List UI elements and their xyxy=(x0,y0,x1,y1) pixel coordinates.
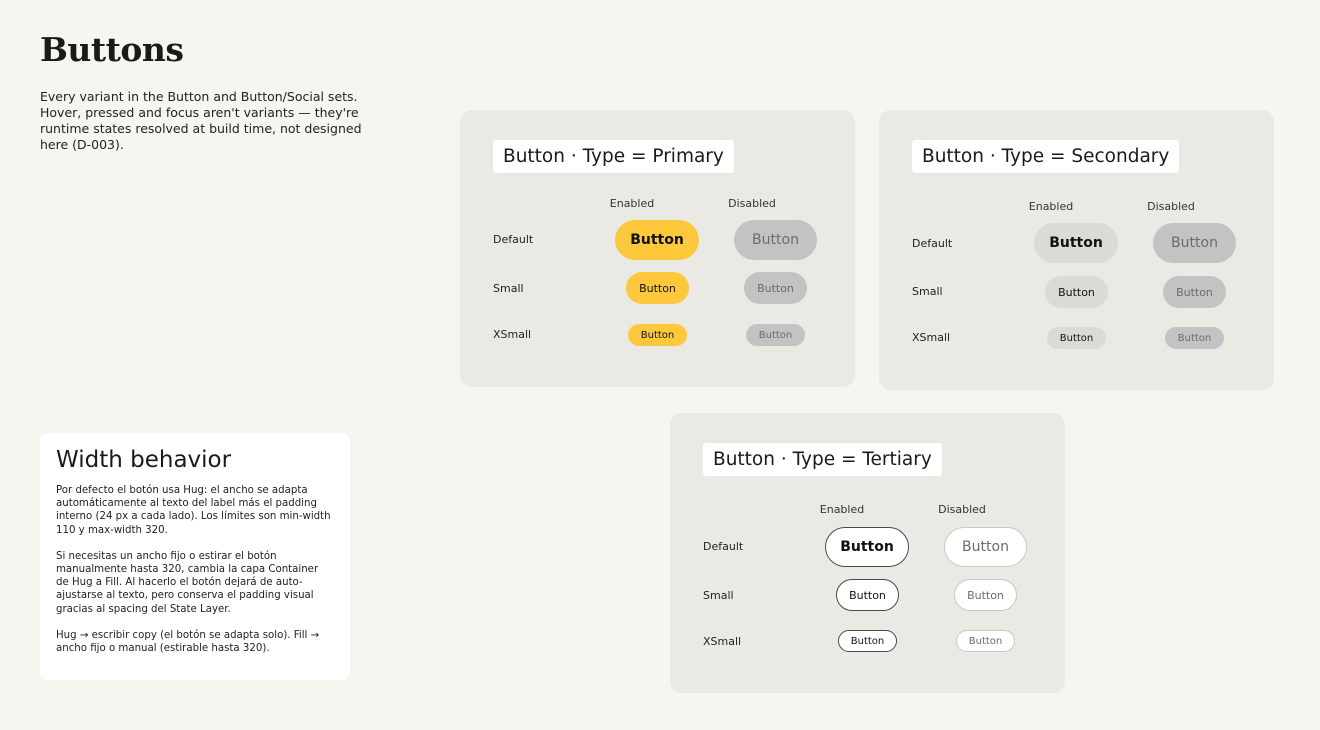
primary-xsmall-enabled-button[interactable]: Button xyxy=(628,324,687,346)
width-behavior-card: Width behavior Por defecto el botón usa … xyxy=(40,433,350,680)
secondary-xsmall-enabled-button[interactable]: Button xyxy=(1047,327,1106,349)
panel-title: Button · Type = Primary xyxy=(493,140,734,173)
row-label-xsmall: XSmall xyxy=(703,635,742,648)
primary-button-panel: Button · Type = Primary Enabled Disabled… xyxy=(460,110,855,387)
tertiary-default-disabled-button: Button xyxy=(944,527,1027,567)
tertiary-xsmall-disabled-button: Button xyxy=(956,630,1015,652)
width-behavior-paragraph: Por defecto el botón usa Hug: el ancho s… xyxy=(56,485,331,536)
column-header-disabled: Disabled xyxy=(728,197,776,210)
primary-default-disabled-button: Button xyxy=(734,220,817,260)
width-behavior-title: Width behavior xyxy=(56,447,232,473)
secondary-small-enabled-button[interactable]: Button xyxy=(1045,276,1108,308)
tertiary-button-panel: Button · Type = Tertiary Enabled Disable… xyxy=(670,413,1065,693)
primary-default-enabled-button[interactable]: Button xyxy=(615,220,699,260)
row-label-small: Small xyxy=(912,285,943,298)
row-label-xsmall: XSmall xyxy=(912,331,951,344)
width-behavior-paragraph: Hug → escribir copy (el botón se adapta … xyxy=(56,629,320,655)
row-label-default: Default xyxy=(703,540,744,553)
row-label-default: Default xyxy=(912,237,953,250)
tertiary-small-disabled-button: Button xyxy=(954,579,1017,611)
column-header-enabled: Enabled xyxy=(1028,200,1074,213)
column-header-enabled: Enabled xyxy=(609,197,655,210)
page-description: Every variant in the Button and Button/S… xyxy=(40,89,362,152)
row-label-small: Small xyxy=(493,282,524,295)
row-label-default: Default xyxy=(493,233,534,246)
tertiary-small-enabled-button[interactable]: Button xyxy=(836,579,899,611)
secondary-default-disabled-button: Button xyxy=(1153,223,1236,263)
secondary-button-panel: Button · Type = Secondary Enabled Disabl… xyxy=(879,110,1274,390)
tertiary-default-enabled-button[interactable]: Button xyxy=(825,527,909,567)
secondary-default-enabled-button[interactable]: Button xyxy=(1034,223,1118,263)
width-behavior-paragraph: Si necesitas un ancho fijo o estirar el … xyxy=(56,550,319,615)
panel-title: Button · Type = Secondary xyxy=(912,140,1180,173)
primary-small-disabled-button: Button xyxy=(744,272,807,304)
secondary-xsmall-disabled-button: Button xyxy=(1165,327,1224,349)
column-header-disabled: Disabled xyxy=(1147,200,1195,213)
primary-xsmall-disabled-button: Button xyxy=(746,324,805,346)
page-title: Buttons xyxy=(40,30,184,69)
row-label-xsmall: XSmall xyxy=(493,328,532,341)
panel-title: Button · Type = Tertiary xyxy=(703,443,942,476)
secondary-small-disabled-button: Button xyxy=(1163,276,1226,308)
row-label-small: Small xyxy=(703,589,734,602)
column-header-disabled: Disabled xyxy=(938,503,986,516)
tertiary-xsmall-enabled-button[interactable]: Button xyxy=(838,630,897,652)
column-header-enabled: Enabled xyxy=(819,503,865,516)
primary-small-enabled-button[interactable]: Button xyxy=(626,272,689,304)
